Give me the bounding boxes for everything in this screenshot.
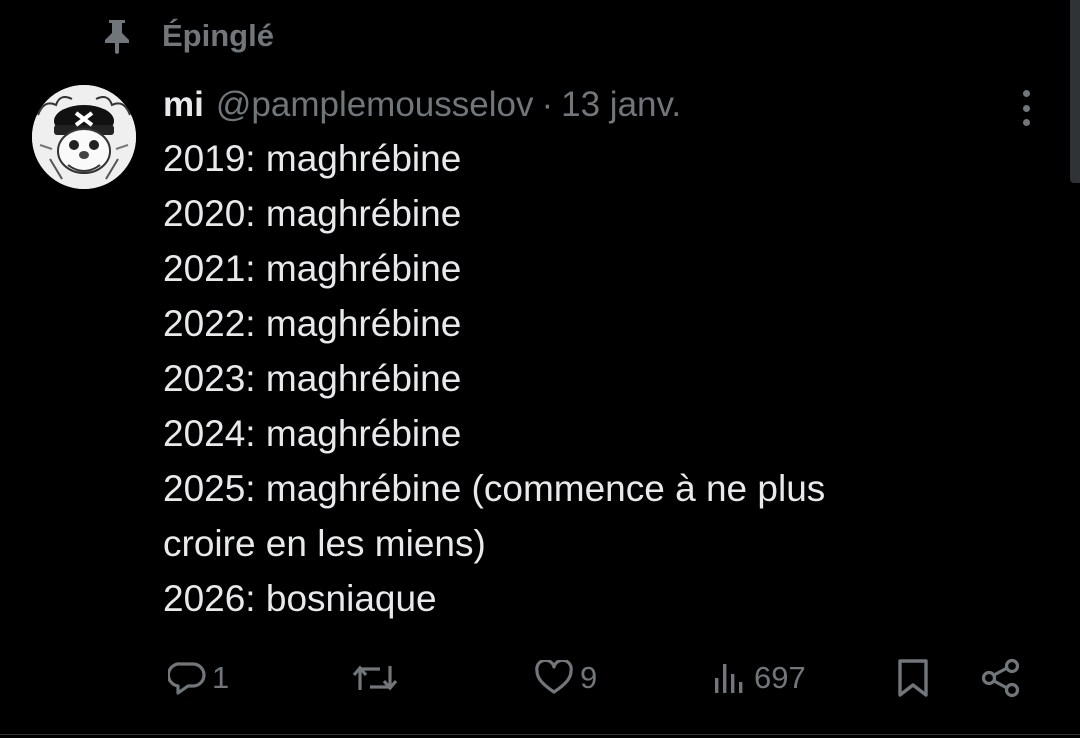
reply-icon: [168, 660, 206, 696]
bookmark-button[interactable]: [895, 648, 931, 708]
share-button[interactable]: [980, 648, 1022, 708]
tweet-divider: [0, 734, 1080, 735]
tweet-text: 2019: maghrébine 2020: maghrébine 2021: …: [163, 131, 993, 626]
views-count: 697: [754, 660, 806, 695]
tweet-actions: 1 9 697: [0, 648, 1080, 708]
pin-icon: [100, 18, 134, 54]
tweet-line: 2026: bosniaque: [163, 578, 437, 619]
avatar-image: [32, 85, 136, 189]
heart-icon: [534, 660, 574, 696]
avatar[interactable]: [32, 85, 136, 189]
retweet-icon: [352, 660, 398, 696]
views-button[interactable]: 697: [712, 648, 806, 708]
header-separator: ·: [541, 85, 554, 124]
tweet-line: 2020: maghrébine: [163, 193, 462, 234]
tweet-line: 2019: maghrébine: [163, 138, 462, 179]
scrollbar[interactable]: [1070, 0, 1080, 183]
reply-count: 1: [212, 660, 230, 695]
tweet-line: 2024: maghrébine: [163, 413, 462, 454]
tweet-line: 2025: maghrébine (commence à ne plus: [163, 468, 826, 509]
tweet-date[interactable]: 13 janv.: [561, 85, 681, 125]
pinned-label: Épinglé: [162, 18, 274, 53]
reply-button[interactable]: 1: [168, 648, 229, 708]
tweet-line: croire en les miens): [163, 523, 486, 564]
more-options-button[interactable]: [1008, 88, 1044, 128]
tweet-line: 2023: maghrébine: [163, 358, 462, 399]
more-dot-icon: [1022, 90, 1030, 97]
like-count: 9: [580, 660, 598, 695]
like-button[interactable]: 9: [534, 648, 597, 708]
more-dot-icon: [1022, 104, 1030, 112]
share-icon: [980, 658, 1022, 698]
author-display-name[interactable]: mi: [163, 85, 204, 125]
bookmark-icon: [895, 658, 931, 698]
retweet-button[interactable]: [352, 648, 404, 708]
tweet-line: 2021: maghrébine: [163, 248, 462, 289]
tweet-line: 2022: maghrébine: [163, 303, 462, 344]
more-dot-icon: [1022, 119, 1030, 126]
tweet-header: mi @pamplemousselov · 13 janv.: [163, 82, 681, 128]
author-handle[interactable]: @pamplemousselov: [216, 85, 534, 125]
views-icon: [712, 660, 748, 696]
pinned-indicator: Épinglé: [100, 14, 274, 58]
